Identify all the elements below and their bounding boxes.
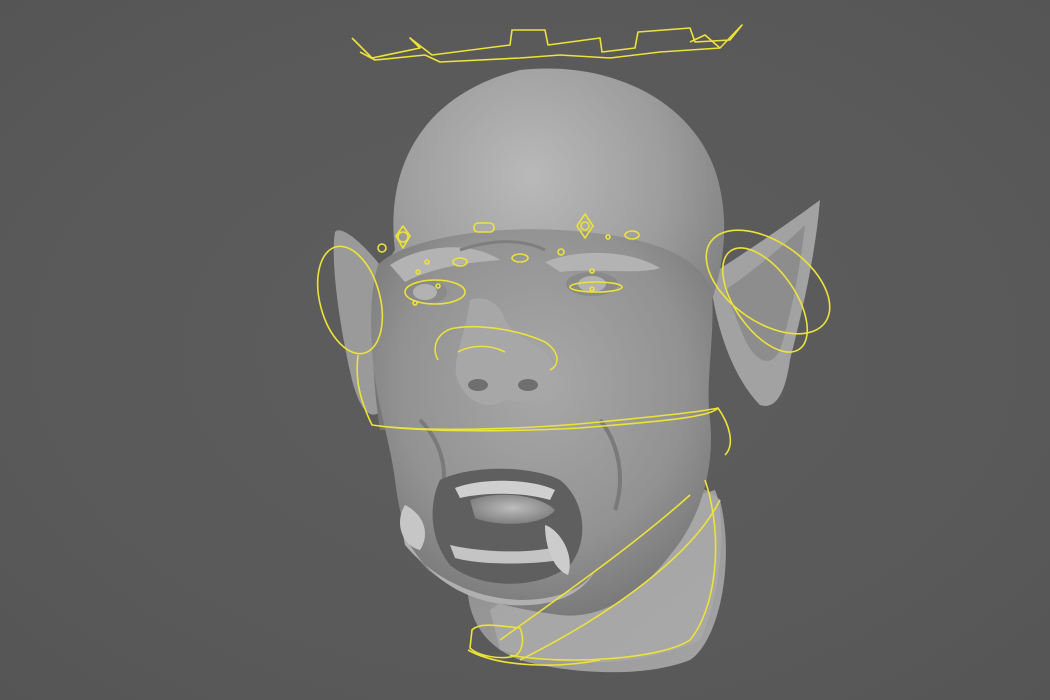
right-nostril	[518, 379, 538, 391]
head-top-control-lower[interactable]	[359, 47, 721, 63]
left-nostril	[468, 379, 488, 391]
jaw-control-side-right[interactable]	[717, 407, 732, 456]
3d-viewport[interactable]	[0, 0, 1050, 700]
brow-control-small-1[interactable]	[377, 243, 387, 253]
right-eyeball	[578, 276, 606, 292]
orc-head-model[interactable]	[333, 68, 820, 673]
head-top-control[interactable]	[351, 24, 743, 59]
left-eyeball	[413, 284, 437, 300]
viewport-scene[interactable]	[0, 0, 1050, 700]
